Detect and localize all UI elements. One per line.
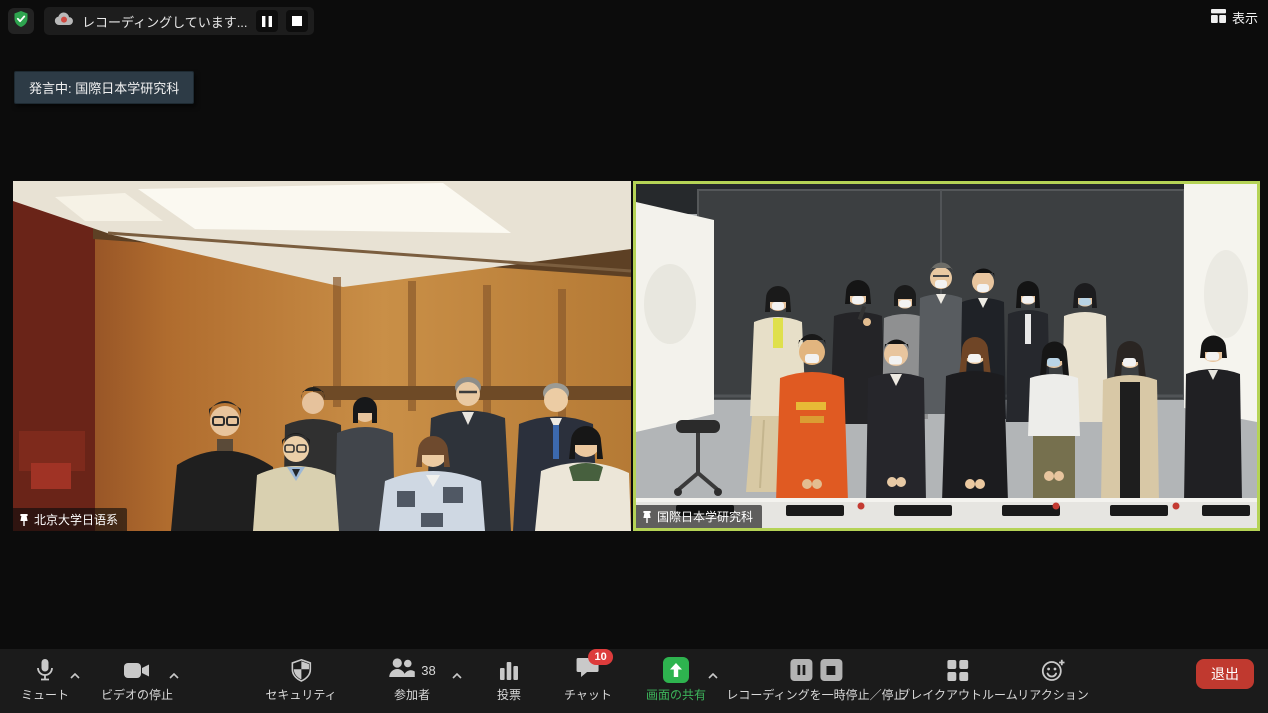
- share-screen-button[interactable]: 画面の共有: [646, 657, 706, 703]
- participants-options-chevron[interactable]: [452, 666, 462, 684]
- pin-icon: [642, 511, 652, 523]
- chat-unread-badge: 10: [588, 649, 612, 665]
- mute-options-chevron[interactable]: [70, 666, 80, 684]
- recording-controls-label: レコーディングを一時停止／停止: [726, 686, 905, 703]
- meeting-toolbar: ミュート ビデオの停止 セ: [0, 649, 1268, 713]
- participants-label: 参加者: [394, 686, 430, 703]
- stop-video-button[interactable]: ビデオの停止: [101, 657, 173, 703]
- participants-button[interactable]: 38 参加者: [388, 657, 435, 703]
- breakout-rooms-label: ブレイクアウトルーム: [898, 686, 1017, 703]
- stop-recording-button[interactable]: [286, 10, 308, 32]
- mute-button[interactable]: ミュート: [21, 657, 69, 703]
- share-options-chevron[interactable]: [708, 666, 718, 684]
- gallery-view-icon: [1211, 9, 1226, 26]
- reactions-smiley-icon: [1041, 657, 1065, 683]
- stop-recording-toolbar-button[interactable]: [820, 659, 842, 681]
- tile-name-label-left: 北京大学日语系: [13, 508, 127, 531]
- reactions-button[interactable]: リアクション: [1017, 657, 1088, 703]
- right-video-scene: [636, 184, 1257, 528]
- microphone-icon: [36, 657, 54, 683]
- tile-name-label-right: 国際日本学研究科: [636, 505, 762, 528]
- leave-meeting-button[interactable]: 退出: [1196, 659, 1254, 689]
- video-tile-peking-university[interactable]: 北京大学日语系: [13, 181, 631, 531]
- chat-button[interactable]: 10 チャット: [564, 657, 612, 703]
- polls-label: 投票: [497, 686, 521, 703]
- security-button[interactable]: セキュリティ: [265, 657, 336, 703]
- meeting-info-shield-button[interactable]: [8, 8, 34, 34]
- pause-recording-toolbar-button[interactable]: [790, 659, 812, 681]
- video-tile-international-japanese-studies[interactable]: 国際日本学研究科: [633, 181, 1260, 531]
- video-grid: 北京大学日语系: [0, 181, 1268, 531]
- security-shield-icon: [291, 657, 311, 683]
- recording-indicator: レコーディングしています...: [44, 7, 314, 35]
- left-video-scene: [13, 181, 631, 531]
- breakout-rooms-button[interactable]: ブレイクアウトルーム: [898, 657, 1017, 703]
- recording-controls: レコーディングを一時停止／停止: [726, 657, 905, 703]
- share-screen-label: 画面の共有: [646, 686, 706, 703]
- video-camera-icon: [124, 657, 150, 683]
- security-label: セキュリティ: [265, 686, 336, 703]
- security-check-shield-icon: [12, 10, 30, 33]
- zoom-meeting-window: レコーディングしています... 表示 発言中: 国際日本学研究科: [0, 0, 1268, 713]
- active-speaker-banner: 発言中: 国際日本学研究科: [14, 71, 194, 104]
- breakout-rooms-grid-icon: [948, 657, 969, 683]
- recording-status-text: レコーディングしています...: [82, 12, 248, 31]
- pause-recording-button[interactable]: [256, 10, 278, 32]
- bar-chart-icon: [499, 657, 519, 683]
- view-button-label: 表示: [1232, 8, 1258, 27]
- participants-count: 38: [421, 663, 435, 678]
- pin-icon: [19, 514, 29, 526]
- share-screen-icon: [663, 657, 689, 683]
- video-options-chevron[interactable]: [169, 666, 179, 684]
- stop-video-label: ビデオの停止: [101, 686, 173, 703]
- participants-icon: [388, 658, 415, 683]
- reactions-label: リアクション: [1017, 686, 1088, 703]
- recording-cloud-icon: [54, 11, 74, 31]
- view-button[interactable]: 表示: [1211, 8, 1258, 27]
- tile-name-text-left: 北京大学日语系: [34, 511, 118, 528]
- tile-name-text-right: 国際日本学研究科: [657, 508, 753, 525]
- polls-button[interactable]: 投票: [497, 657, 521, 703]
- chat-label: チャット: [564, 686, 612, 703]
- mute-label: ミュート: [21, 686, 69, 703]
